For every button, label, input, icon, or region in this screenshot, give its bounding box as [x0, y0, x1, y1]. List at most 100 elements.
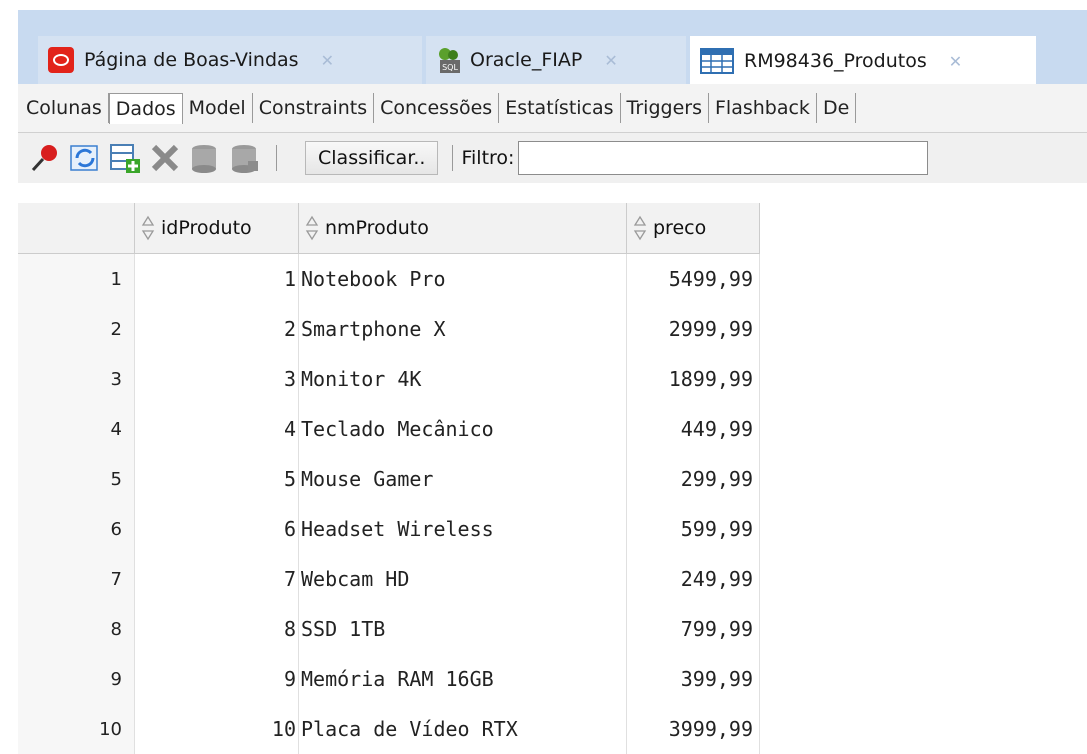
row-number[interactable]: 1 — [18, 254, 134, 304]
table-row[interactable]: 6 6 Headset Wireless 599,99 — [18, 504, 760, 554]
cell-preco[interactable]: 399,99 — [626, 654, 760, 704]
row-number[interactable]: 8 — [18, 604, 134, 654]
cell-idproduto[interactable]: 4 — [134, 404, 298, 454]
row-number[interactable]: 5 — [18, 454, 134, 504]
table-row[interactable]: 2 2 Smartphone X 2999,99 — [18, 304, 760, 354]
close-icon[interactable]: ✕ — [604, 51, 617, 70]
cell-preco[interactable]: 3999,99 — [626, 704, 760, 754]
table-row[interactable]: 5 5 Mouse Gamer 299,99 — [18, 454, 760, 504]
grid-header-row: idProduto nmProduto preco — [18, 203, 760, 254]
sql-connection-icon: SQL — [439, 48, 460, 73]
cell-nmproduto[interactable]: Headset Wireless — [298, 504, 626, 554]
subtab-concessoes[interactable]: Concessões — [374, 93, 500, 123]
row-number[interactable]: 4 — [18, 404, 134, 454]
cell-preco[interactable]: 299,99 — [626, 454, 760, 504]
object-subtabs: Colunas Dados Model Constraints Concessõ… — [18, 84, 1087, 133]
insert-row-icon[interactable] — [108, 141, 142, 175]
sort-arrows-icon — [305, 215, 319, 241]
refresh-icon[interactable] — [68, 141, 102, 175]
cell-preco[interactable]: 799,99 — [626, 604, 760, 654]
window-top-edge — [0, 0, 1087, 10]
cell-nmproduto[interactable]: Teclado Mecânico — [298, 404, 626, 454]
svg-text:SQL: SQL — [442, 63, 458, 72]
cell-idproduto[interactable]: 1 — [134, 254, 298, 304]
oracle-logo-icon — [48, 47, 74, 73]
cell-idproduto[interactable]: 2 — [134, 304, 298, 354]
table-row[interactable]: 8 8 SSD 1TB 799,99 — [18, 604, 760, 654]
cell-nmproduto[interactable]: Mouse Gamer — [298, 454, 626, 504]
column-header-preco[interactable]: preco — [626, 203, 760, 253]
subtab-triggers[interactable]: Triggers — [621, 93, 709, 123]
row-number-header — [18, 203, 134, 253]
cell-idproduto[interactable]: 6 — [134, 504, 298, 554]
delete-row-icon[interactable] — [148, 141, 182, 175]
sort-arrows-icon — [141, 215, 155, 241]
cell-idproduto[interactable]: 5 — [134, 454, 298, 504]
subtab-dados[interactable]: Dados — [108, 92, 183, 124]
cell-idproduto[interactable]: 9 — [134, 654, 298, 704]
cell-preco[interactable]: 5499,99 — [626, 254, 760, 304]
subtab-estatisticas[interactable]: Estatísticas — [499, 93, 621, 123]
cell-idproduto[interactable]: 3 — [134, 354, 298, 404]
table-icon — [700, 48, 734, 74]
close-icon[interactable]: ✕ — [321, 51, 334, 70]
cell-nmproduto[interactable]: Webcam HD — [298, 554, 626, 604]
grid-rows: 1 1 Notebook Pro 5499,99 2 2 Smartphone … — [18, 254, 760, 754]
row-number[interactable]: 7 — [18, 554, 134, 604]
toolbar-separator — [452, 145, 454, 171]
rollback-icon[interactable] — [228, 141, 262, 175]
cell-nmproduto[interactable]: Smartphone X — [298, 304, 626, 354]
cell-nmproduto[interactable]: SSD 1TB — [298, 604, 626, 654]
data-grid: idProduto nmProduto preco 1 1 Notebook P… — [18, 203, 1087, 754]
subtab-colunas[interactable]: Colunas — [18, 93, 109, 123]
row-number[interactable]: 3 — [18, 354, 134, 404]
cell-idproduto[interactable]: 7 — [134, 554, 298, 604]
table-row[interactable]: 4 4 Teclado Mecânico 449,99 — [18, 404, 760, 454]
toolbar-separator — [276, 145, 277, 171]
cell-preco[interactable]: 449,99 — [626, 404, 760, 454]
cell-preco[interactable]: 599,99 — [626, 504, 760, 554]
cell-idproduto[interactable]: 10 — [134, 704, 298, 754]
close-icon[interactable]: ✕ — [949, 52, 962, 71]
table-row[interactable]: 1 1 Notebook Pro 5499,99 — [18, 254, 760, 304]
subtab-constraints[interactable]: Constraints — [253, 93, 375, 123]
cell-nmproduto[interactable]: Memória RAM 16GB — [298, 654, 626, 704]
column-header-idproduto[interactable]: idProduto — [134, 203, 298, 253]
tab-oracle-fiap[interactable]: SQL Oracle_FIAP ✕ — [426, 36, 686, 84]
filter-label: Filtro: — [461, 147, 515, 169]
cell-preco[interactable]: 249,99 — [626, 554, 760, 604]
filter-input[interactable] — [518, 141, 929, 175]
tab-rm98436-produtos[interactable]: RM98436_Produtos ✕ — [690, 36, 1036, 86]
column-header-label: idProduto — [161, 217, 252, 239]
subtab-dependencies[interactable]: De — [817, 93, 857, 123]
data-toolbar: Classificar.. Filtro: — [18, 133, 1087, 183]
table-row[interactable]: 7 7 Webcam HD 249,99 — [18, 554, 760, 604]
table-row[interactable]: 3 3 Monitor 4K 1899,99 — [18, 354, 760, 404]
cell-preco[interactable]: 1899,99 — [626, 354, 760, 404]
table-row[interactable]: 9 9 Memória RAM 16GB 399,99 — [18, 654, 760, 704]
cell-nmproduto[interactable]: Notebook Pro — [298, 254, 626, 304]
cell-nmproduto[interactable]: Monitor 4K — [298, 354, 626, 404]
subtab-model[interactable]: Model — [183, 93, 253, 123]
tab-label: RM98436_Produtos — [744, 50, 927, 72]
sort-arrows-icon — [633, 215, 647, 241]
commit-icon[interactable] — [188, 141, 222, 175]
column-header-nmproduto[interactable]: nmProduto — [298, 203, 626, 253]
row-number[interactable]: 2 — [18, 304, 134, 354]
pin-icon[interactable] — [28, 141, 62, 175]
row-number[interactable]: 10 — [18, 704, 134, 754]
subtab-flashback[interactable]: Flashback — [709, 93, 817, 123]
tab-label: Página de Boas-Vindas — [84, 49, 299, 71]
sort-button[interactable]: Classificar.. — [305, 141, 439, 175]
column-header-label: preco — [653, 217, 707, 239]
cell-nmproduto[interactable]: Placa de Vídeo RTX — [298, 704, 626, 754]
tab-label: Oracle_FIAP — [470, 49, 583, 71]
cell-idproduto[interactable]: 8 — [134, 604, 298, 654]
row-number[interactable]: 9 — [18, 654, 134, 704]
tab-welcome-page[interactable]: Página de Boas-Vindas ✕ — [38, 36, 422, 84]
cell-preco[interactable]: 2999,99 — [626, 304, 760, 354]
editor-tab-strip: Página de Boas-Vindas ✕ SQL Oracle_FIAP … — [18, 10, 1087, 86]
column-header-label: nmProduto — [325, 217, 429, 239]
table-row[interactable]: 10 10 Placa de Vídeo RTX 3999,99 — [18, 704, 760, 754]
row-number[interactable]: 6 — [18, 504, 134, 554]
